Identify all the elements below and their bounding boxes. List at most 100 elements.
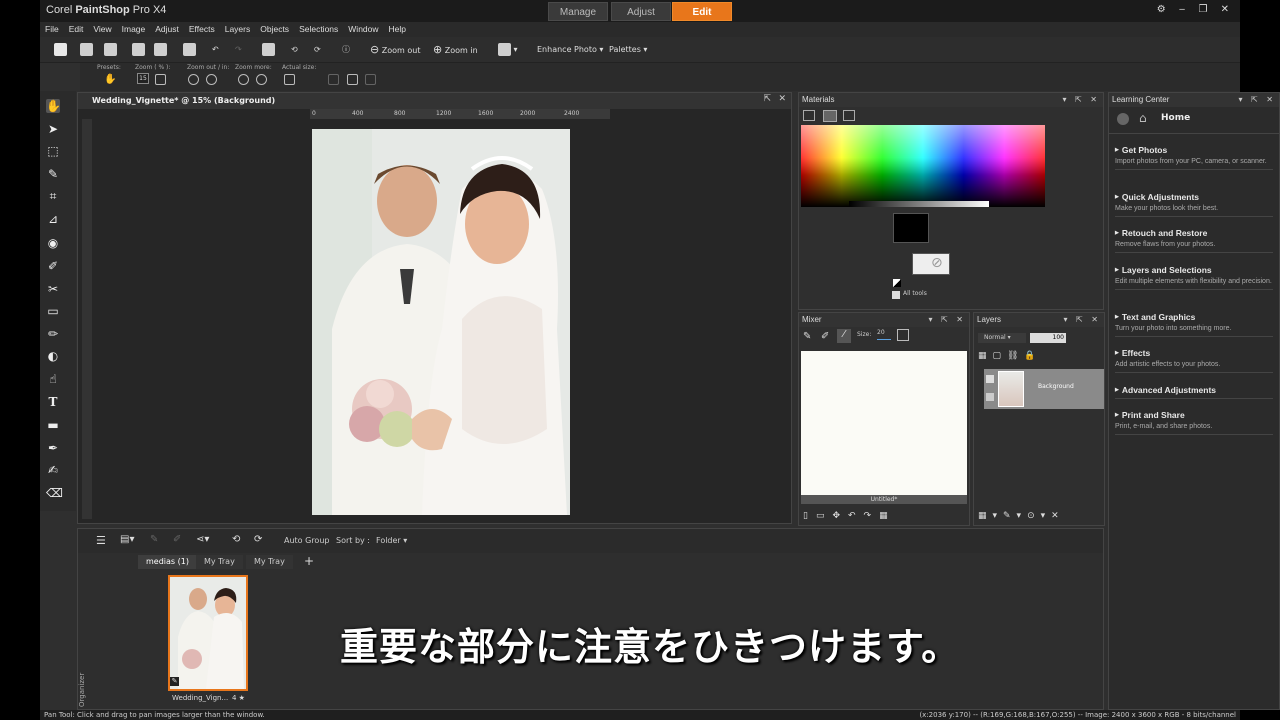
- rotate-right-icon[interactable]: ⟳: [314, 41, 330, 58]
- mixer-brush-icon[interactable]: ✎: [803, 331, 811, 342]
- tab-my-tray-1[interactable]: My Tray: [196, 555, 243, 569]
- layer-visibility-icon[interactable]: [986, 375, 994, 383]
- lc-section-retouch-restore[interactable]: Retouch and Restore Remove flaws from yo…: [1115, 228, 1273, 253]
- tab-edit[interactable]: Edit: [672, 2, 732, 21]
- home-icon[interactable]: ⌂: [1139, 111, 1147, 125]
- mixer-size-spin-icon[interactable]: [897, 329, 909, 341]
- document-pin-icon[interactable]: ⇱: [763, 94, 771, 104]
- info-icon[interactable]: ⓘ: [342, 41, 358, 58]
- zoom-more-in-icon[interactable]: [256, 74, 267, 85]
- scratch-tool-icon[interactable]: ▭: [46, 304, 60, 318]
- save-icon[interactable]: [132, 41, 148, 58]
- organizer-menu-icon[interactable]: ☰: [96, 534, 106, 547]
- makeover-tool-icon[interactable]: ✐: [46, 259, 60, 273]
- sort-by-select[interactable]: Folder ▾: [376, 536, 407, 545]
- paint-brush-tool-icon[interactable]: ✍: [46, 463, 60, 477]
- organizer-brush-icon[interactable]: ✐: [173, 534, 181, 545]
- organizer-rotate-left-icon[interactable]: ⟲: [232, 534, 240, 545]
- menu-effects[interactable]: Effects: [189, 22, 215, 37]
- media-thumbnail[interactable]: [168, 575, 248, 691]
- window-controls[interactable]: ⚙ ‒ ❐ ✕: [1157, 4, 1234, 15]
- grayscale-bar[interactable]: [849, 201, 989, 207]
- menu-layers[interactable]: Layers: [225, 22, 251, 37]
- fit-screen-icon[interactable]: [365, 74, 376, 85]
- menu-view[interactable]: View: [93, 22, 111, 37]
- lc-section-effects[interactable]: Effects Add artistic effects to your pho…: [1115, 348, 1273, 373]
- new-file-icon[interactable]: [54, 41, 70, 58]
- learning-center-controls[interactable]: ▾ ⇱ ✕: [1238, 93, 1276, 107]
- pan-tool-icon[interactable]: ✋: [46, 99, 61, 113]
- lc-section-print-share[interactable]: Print and Share Print, e-mail, and share…: [1115, 410, 1273, 435]
- mixer-canvas[interactable]: [801, 351, 967, 495]
- back-arrow-icon[interactable]: [1117, 113, 1129, 125]
- actual-size-icon[interactable]: [284, 74, 295, 85]
- thumbnail-rating[interactable]: 4 ★: [232, 694, 245, 702]
- rectangle-tool-icon[interactable]: ▬: [46, 418, 60, 432]
- lc-section-text-graphics[interactable]: Text and Graphics Turn your photo into s…: [1115, 312, 1273, 337]
- all-tools-checkbox[interactable]: [892, 291, 900, 299]
- blend-mode-select[interactable]: Normal ▾: [978, 333, 1026, 343]
- fit-window-icon[interactable]: [347, 74, 358, 85]
- add-tab-button[interactable]: +: [304, 554, 314, 568]
- opacity-slider[interactable]: 100: [1030, 333, 1066, 343]
- mixer-bottom-icons[interactable]: ▯▭✥↶↷▦: [803, 511, 896, 521]
- straighten-tool-icon[interactable]: ⊿: [46, 212, 60, 226]
- organizer-side-tab[interactable]: Organizer: [78, 629, 88, 709]
- layer-row-background[interactable]: Background: [984, 369, 1104, 409]
- foreground-color-swatch[interactable]: [893, 213, 929, 243]
- lc-section-quick-adjustments[interactable]: Quick Adjustments Make your photos look …: [1115, 192, 1273, 217]
- menu-objects[interactable]: Objects: [260, 22, 289, 37]
- rotate-left-icon[interactable]: ⟲: [291, 41, 307, 58]
- zoom-in-button[interactable]: ⊕ Zoom in: [433, 41, 478, 58]
- lc-section-layers-selections[interactable]: Layers and Selections Edit multiple elem…: [1115, 265, 1273, 290]
- zoom-more-out-icon[interactable]: [238, 74, 249, 85]
- pan-preset-icon[interactable]: ✋: [104, 74, 116, 85]
- menu-window[interactable]: Window: [348, 22, 378, 37]
- menu-image[interactable]: Image: [122, 22, 146, 37]
- resize-icon[interactable]: [262, 41, 278, 58]
- layers-panel-controls[interactable]: ▾ ⇱ ✕: [1063, 313, 1101, 327]
- clone-tool-icon[interactable]: ✂: [46, 282, 60, 296]
- menu-file[interactable]: File: [45, 22, 59, 37]
- layer-lock-icon[interactable]: [986, 393, 994, 401]
- print-icon[interactable]: [183, 41, 199, 58]
- menu-edit[interactable]: Edit: [69, 22, 84, 37]
- dropper-tool-icon[interactable]: ✎: [46, 167, 60, 181]
- lc-section-advanced-adjustments[interactable]: Advanced Adjustments: [1115, 385, 1273, 399]
- mixer-size-input[interactable]: 20: [877, 329, 891, 340]
- mixer-panel-controls[interactable]: ▾ ⇱ ✕: [928, 313, 966, 327]
- eraser-tool-icon[interactable]: ⌫: [46, 486, 63, 500]
- opt-zoom-out-icon[interactable]: [188, 74, 199, 85]
- zoom-spin-icon[interactable]: [155, 74, 166, 85]
- redo-icon[interactable]: ↷: [235, 41, 251, 58]
- red-eye-tool-icon[interactable]: ◉: [46, 236, 60, 250]
- enhance-photo-menu[interactable]: Enhance Photo ▾: [537, 41, 603, 58]
- lc-section-get-photos[interactable]: Get Photos Import photos from your PC, c…: [1115, 145, 1273, 170]
- tab-medias[interactable]: medias (1): [138, 555, 197, 569]
- dodge-tool-icon[interactable]: ◐: [46, 349, 60, 363]
- mixer-trowel-icon[interactable]: ⁄: [837, 329, 851, 343]
- share-icon[interactable]: ⋖▾: [196, 534, 209, 545]
- mixer-knife-icon[interactable]: ✐: [821, 331, 829, 342]
- layer-toolbar-icons[interactable]: ▦▢⛓🔒: [978, 351, 1042, 361]
- organizer-view-icon[interactable]: ▤▾: [120, 534, 134, 545]
- palettes-menu[interactable]: Palettes ▾: [609, 41, 647, 58]
- selection-tool-icon[interactable]: ⬚: [46, 144, 60, 158]
- opt-zoom-in-icon[interactable]: [206, 74, 217, 85]
- zoom-pct-input[interactable]: 15: [137, 73, 149, 84]
- organizer-edit-icon[interactable]: ✎: [150, 534, 158, 545]
- pick-tool-icon[interactable]: ➤: [46, 122, 60, 136]
- tab-adjust[interactable]: Adjust: [611, 2, 671, 21]
- swap-colors-icon[interactable]: [893, 279, 901, 287]
- tab-my-tray-2[interactable]: My Tray: [246, 555, 293, 569]
- save-as-icon[interactable]: [154, 41, 170, 58]
- organizer-rotate-right-icon[interactable]: ⟳: [254, 534, 262, 545]
- frame-tab-icon[interactable]: [803, 110, 815, 121]
- text-tool-icon[interactable]: T: [46, 395, 60, 409]
- undo-icon[interactable]: ↶: [212, 41, 228, 58]
- rainbow-tab-icon[interactable]: [823, 110, 837, 122]
- brush-tool-icon[interactable]: ✏: [46, 327, 60, 341]
- browse-icon[interactable]: [104, 41, 120, 58]
- tab-manage[interactable]: Manage: [548, 2, 608, 21]
- fit-icon[interactable]: [328, 74, 339, 85]
